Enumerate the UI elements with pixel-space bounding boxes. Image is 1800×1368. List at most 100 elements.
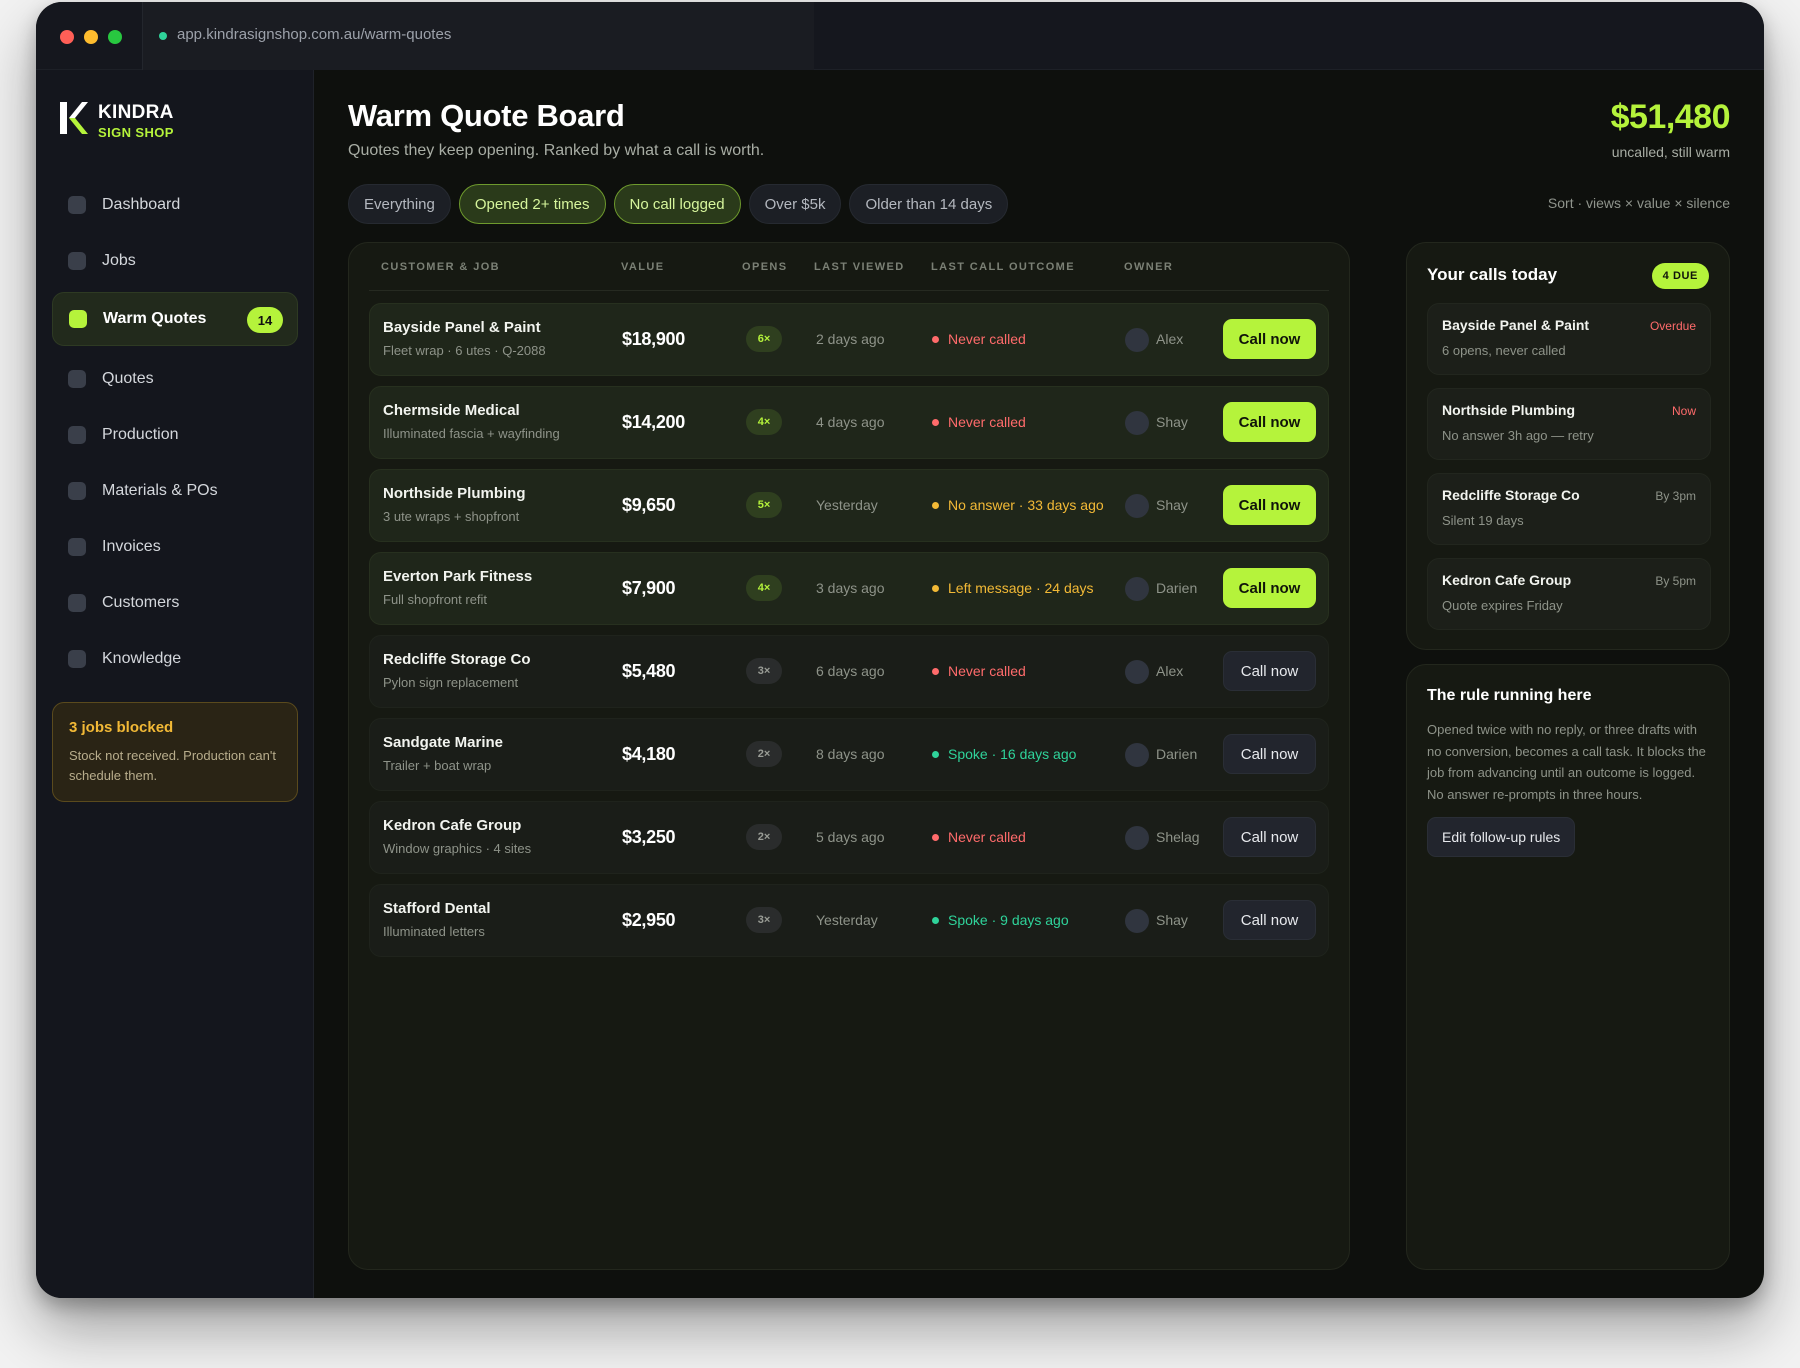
last-viewed: Yesterday — [816, 497, 878, 513]
calls-list: Bayside Panel & Paint 6 opens, never call… — [1427, 303, 1711, 643]
outcome-text: Never called — [948, 414, 1026, 430]
filter-chip-older-than-14-days[interactable]: Older than 14 days — [849, 184, 1009, 224]
opens-count-badge: 3× — [746, 658, 782, 684]
column-header-customer[interactable]: CUSTOMER & JOB — [381, 261, 500, 273]
last-viewed: 6 days ago — [816, 663, 885, 679]
main-content: Warm Quote Board Quotes they keep openin… — [314, 70, 1764, 1298]
sidebar-item-knowledge[interactable]: Knowledge — [52, 632, 298, 686]
call-task-item[interactable]: Northside Plumbing No answer 3h ago — ret… — [1427, 388, 1711, 460]
sidebar-item-label: Invoices — [102, 538, 161, 555]
filter-chips: Everything Opened 2+ times No call logge… — [348, 184, 1009, 224]
page-subtitle: Quotes they keep opening. Ranked by what… — [348, 142, 765, 159]
sidebar-item-label: Materials & POs — [102, 482, 218, 499]
sidebar-item-label: Knowledge — [102, 650, 182, 667]
sidebar-item-invoices[interactable]: Invoices — [52, 520, 298, 574]
quotes-icon — [68, 370, 86, 388]
call-now-button[interactable]: Call now — [1223, 402, 1316, 442]
owner-name: Shelag — [1156, 829, 1200, 845]
table-row[interactable]: Bayside Panel & Paint Fleet wrap · 6 utes… — [369, 303, 1329, 376]
call-task-item[interactable]: Kedron Cafe Group Quote expires Friday By … — [1427, 558, 1711, 630]
last-viewed: 3 days ago — [816, 580, 885, 596]
quote-value: $18,900 — [622, 329, 685, 349]
dashboard-icon — [68, 196, 86, 214]
maximize-window-button[interactable] — [108, 30, 122, 44]
title-bar: app.kindrasignshop.com.au/warm-quotes — [36, 2, 1764, 70]
table-row[interactable]: Redcliffe Storage Co Pylon sign replaceme… — [369, 635, 1329, 708]
warm-quotes-count-badge: 14 — [247, 307, 283, 333]
close-window-button[interactable] — [60, 30, 74, 44]
customers-icon — [68, 594, 86, 612]
filter-chip-everything[interactable]: Everything — [348, 184, 451, 224]
call-now-button[interactable]: Call now — [1223, 568, 1316, 608]
jobs-icon — [68, 252, 86, 270]
call-now-button[interactable]: Call now — [1223, 651, 1316, 691]
minimize-window-button[interactable] — [84, 30, 98, 44]
call-task-reason: No answer 3h ago — retry — [1442, 428, 1594, 443]
sidebar-item-jobs[interactable]: Jobs — [52, 234, 298, 288]
production-icon — [68, 426, 86, 444]
customer-name: Bayside Panel & Paint — [383, 319, 541, 336]
call-now-button[interactable]: Call now — [1223, 817, 1316, 857]
call-now-button[interactable]: Call now — [1223, 734, 1316, 774]
quote-value: $2,950 — [622, 910, 676, 930]
edit-follow-up-rules-button[interactable]: Edit follow-up rules — [1427, 817, 1576, 857]
outcome-text: Spoke · 16 days ago — [948, 746, 1077, 762]
table-row[interactable]: Chermside Medical Illuminated fascia + wa… — [369, 386, 1329, 459]
call-task-item[interactable]: Bayside Panel & Paint 6 opens, never call… — [1427, 303, 1711, 375]
quote-value: $4,180 — [622, 744, 676, 764]
table-row[interactable]: Kedron Cafe Group Window graphics · 4 sit… — [369, 801, 1329, 874]
calls-today-panel: Your calls today 4 DUE Bayside Panel & P… — [1406, 242, 1730, 650]
opens-count-badge: 2× — [746, 824, 782, 850]
column-header-last-call-outcome[interactable]: LAST CALL OUTCOME — [931, 261, 1075, 273]
job-description: Window graphics · 4 sites — [383, 841, 532, 856]
call-task-due: Overdue — [1649, 319, 1696, 333]
filter-chip-over-5k[interactable]: Over $5k — [748, 184, 842, 224]
filter-chip-no-call-logged[interactable]: No call logged — [613, 184, 741, 224]
owner-name: Shay — [1156, 497, 1188, 513]
last-call-outcome: Never called — [932, 829, 1026, 845]
sidebar-item-label: Jobs — [102, 252, 136, 269]
table-row[interactable]: Sandgate Marine Trailer + boat wrap $4,180… — [369, 718, 1329, 791]
owner-avatar — [1125, 660, 1149, 684]
sort-control[interactable]: Sort · views × value × silence — [1548, 195, 1730, 211]
quote-value: $9,650 — [622, 495, 676, 515]
last-call-outcome: Spoke · 16 days ago — [932, 746, 1076, 762]
last-viewed: 4 days ago — [816, 414, 885, 430]
blocked-jobs-alert[interactable]: 3 jobs blocked Stock not received. Produ… — [52, 702, 298, 802]
call-now-button[interactable]: Call now — [1223, 485, 1316, 525]
sidebar-item-label: Quotes — [102, 370, 154, 387]
outcome-text: No answer · 33 days ago — [948, 497, 1104, 513]
customer-name: Sandgate Marine — [383, 734, 504, 751]
table-row[interactable]: Everton Park Fitness Full shopfront refit… — [369, 552, 1329, 625]
owner-avatar — [1125, 826, 1149, 850]
call-task-due: By 5pm — [1655, 574, 1696, 588]
table-row[interactable]: Northside Plumbing 3 ute wraps + shopfron… — [369, 469, 1329, 542]
blocked-jobs-title: 3 jobs blocked — [69, 719, 174, 736]
call-now-button[interactable]: Call now — [1223, 319, 1316, 359]
address-bar[interactable]: app.kindrasignshop.com.au/warm-quotes — [142, 2, 814, 70]
status-dot-icon — [932, 916, 939, 924]
status-dot-icon — [932, 833, 939, 841]
call-task-reason: Silent 19 days — [1442, 513, 1524, 528]
filter-chip-opened-2-plus[interactable]: Opened 2+ times — [458, 184, 606, 224]
sidebar-item-customers[interactable]: Customers — [52, 576, 298, 630]
calls-today-title: Your calls today — [1427, 265, 1558, 284]
job-description: Pylon sign replacement — [383, 675, 519, 690]
table-header: CUSTOMER & JOB VALUE OPENS LAST VIEWED L… — [369, 261, 1329, 291]
sidebar-item-dashboard[interactable]: Dashboard — [52, 178, 298, 232]
table-row[interactable]: Stafford Dental Illuminated letters $2,950… — [369, 884, 1329, 957]
column-header-last-viewed[interactable]: LAST VIEWED — [814, 261, 905, 273]
call-now-button[interactable]: Call now — [1223, 900, 1316, 940]
call-task-item[interactable]: Redcliffe Storage Co Silent 19 days By 3pm — [1427, 473, 1711, 545]
owner-name: Shay — [1156, 414, 1188, 430]
column-header-owner[interactable]: OWNER — [1124, 261, 1173, 273]
sidebar-item-quotes[interactable]: Quotes — [52, 352, 298, 406]
column-header-opens[interactable]: OPENS — [742, 261, 788, 273]
outcome-text: Spoke · 9 days ago — [948, 912, 1069, 928]
sidebar-item-production[interactable]: Production — [52, 408, 298, 462]
sidebar-item-warm-quotes[interactable]: Warm Quotes 14 — [52, 292, 298, 346]
column-header-value[interactable]: VALUE — [621, 261, 664, 273]
sidebar-item-materials-pos[interactable]: Materials & POs — [52, 464, 298, 518]
status-dot-icon — [932, 418, 939, 426]
call-task-reason: 6 opens, never called — [1442, 343, 1566, 358]
